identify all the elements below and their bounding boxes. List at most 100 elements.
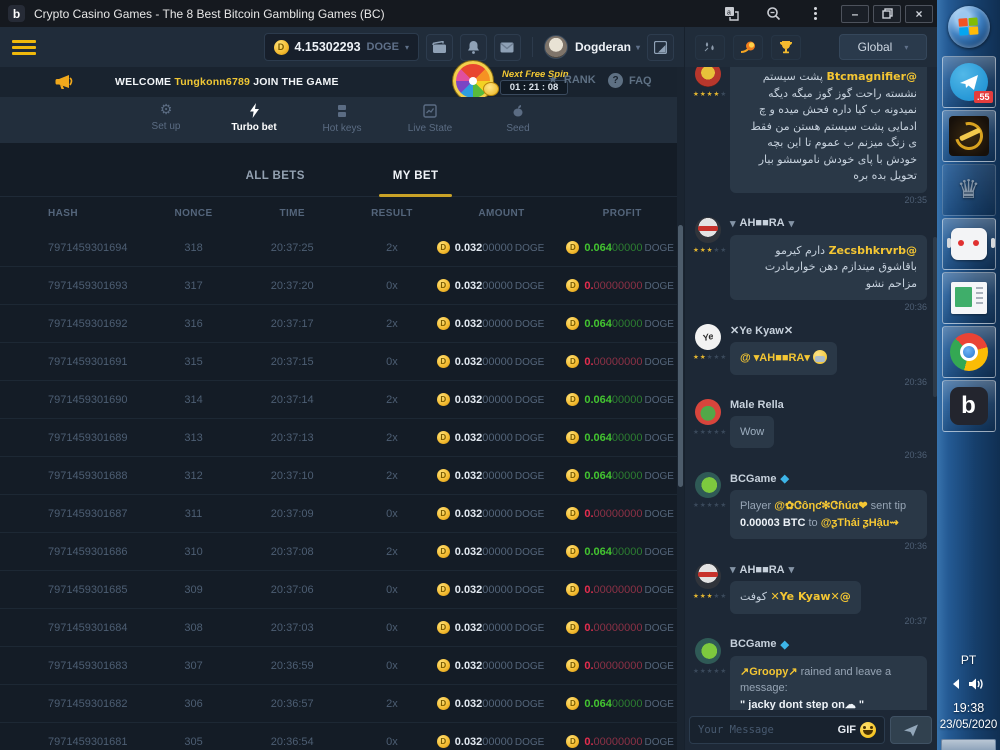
- table-row[interactable]: 7971459301686 310 20:37:08 2x D0.0320000…: [0, 533, 678, 571]
- fireball-button[interactable]: [733, 35, 763, 60]
- messages-mail-button[interactable]: [494, 34, 521, 61]
- windows-taskbar: .55 ♛ b PT 19:38 23/05/2020: [937, 0, 1000, 750]
- rain-sender[interactable]: ↗Groopy↗: [740, 666, 798, 678]
- minimize-button[interactable]: –: [841, 5, 869, 23]
- show-desktop-button[interactable]: [941, 739, 996, 750]
- table-row[interactable]: 7971459301684 308 20:37:03 0x D0.0320000…: [0, 609, 678, 647]
- trophy-button[interactable]: [771, 35, 801, 60]
- table-row[interactable]: 7971459301687 311 20:37:09 0x D0.0320000…: [0, 495, 678, 533]
- clock-time[interactable]: 19:38: [937, 701, 1000, 715]
- taskbar-bcgame[interactable]: b: [942, 380, 996, 432]
- chat-panel: ★★★★★ @Btcmagnifier پشت سیستم نشسته راحت…: [684, 67, 937, 710]
- avatar[interactable]: [695, 638, 721, 664]
- table-row[interactable]: 7971459301682 306 20:36:57 2x D0.0320000…: [0, 685, 678, 723]
- timestamp: 20:36: [730, 377, 927, 387]
- mention[interactable]: @ᶚThái ᶚHậu⇝: [821, 517, 899, 529]
- scrollbar-thumb[interactable]: [678, 225, 683, 487]
- notifications-bell-button[interactable]: [460, 34, 487, 61]
- balance-selector[interactable]: D 4.15302293 DOGE ▾: [264, 33, 419, 61]
- emoji-picker-button[interactable]: [860, 722, 876, 738]
- mention[interactable]: @ ▾AH■■RA▾: [740, 352, 810, 364]
- zoom-search-icon[interactable]: [765, 6, 781, 22]
- table-row[interactable]: 7971459301690 314 20:37:14 2x D0.0320000…: [0, 381, 678, 419]
- translate-icon[interactable]: a: [723, 6, 739, 22]
- tab-seed[interactable]: Seed: [487, 97, 549, 143]
- taskbar-news-app[interactable]: [942, 272, 996, 324]
- avatar[interactable]: [695, 399, 721, 425]
- chat-region-dropdown[interactable]: Global ▾: [839, 34, 927, 60]
- table-row[interactable]: 7971459301692 316 20:37:17 2x D0.0320000…: [0, 305, 678, 343]
- user-avatar[interactable]: [544, 35, 568, 59]
- table-row[interactable]: 7971459301689 313 20:37:13 2x D0.0320000…: [0, 419, 678, 457]
- close-button[interactable]: ×: [905, 5, 933, 23]
- tab-live-state[interactable]: Live State: [399, 97, 461, 143]
- doge-coin-icon: D: [437, 735, 450, 748]
- tab-set-up[interactable]: ⚙ Set up: [135, 97, 197, 143]
- avatar[interactable]: [695, 217, 721, 243]
- bet-hash: 7971459301686: [0, 546, 150, 558]
- taskbar-robot-app[interactable]: [942, 218, 996, 270]
- table-row[interactable]: 7971459301681 305 20:36:54 0x D0.0320000…: [0, 723, 678, 750]
- gif-button[interactable]: GIF: [838, 724, 856, 736]
- bet-result: 0x: [347, 584, 437, 596]
- bet-profit: D0.00000000DOGE: [566, 659, 678, 672]
- tab-my-bet[interactable]: MY BET: [379, 162, 453, 196]
- bet-time: 20:36:54: [237, 736, 347, 748]
- table-row[interactable]: 7971459301683 307 20:36:59 0x D0.0320000…: [0, 647, 678, 685]
- rain-droplets-button[interactable]: [695, 35, 725, 60]
- taskbar-crown-app[interactable]: ♛: [942, 164, 996, 216]
- chat-username[interactable]: BCGame◆: [730, 472, 927, 485]
- bet-time: 20:37:17: [237, 318, 347, 330]
- chevron-down-icon: ▾: [636, 43, 640, 52]
- tab-turbo-bet[interactable]: Turbo bet: [223, 97, 285, 143]
- mention[interactable]: @Btcmagnifier: [826, 70, 917, 83]
- chat-username[interactable]: BCGame◆: [730, 638, 927, 651]
- avatar[interactable]: [695, 67, 721, 87]
- clock-date[interactable]: 23/05/2020: [937, 719, 1000, 731]
- message-input[interactable]: [698, 724, 834, 736]
- avatar[interactable]: [695, 472, 721, 498]
- chat-input-box[interactable]: GIF: [689, 716, 885, 744]
- hamburger-menu-icon[interactable]: [12, 37, 36, 58]
- user-menu[interactable]: Dogderan ▾: [575, 40, 640, 54]
- taskbar-telegram[interactable]: .55: [942, 56, 996, 108]
- hidden-icons-arrow[interactable]: [953, 679, 959, 689]
- table-row[interactable]: 7971459301693 317 20:37:20 0x D0.0320000…: [0, 267, 678, 305]
- chat-username[interactable]: ✕Ye Kyaw✕: [730, 324, 927, 337]
- start-button[interactable]: [948, 6, 990, 48]
- send-message-button[interactable]: [890, 716, 932, 744]
- bets-table-header: HASH NONCE TIME RESULT AMOUNT PROFIT: [0, 197, 678, 229]
- volume-icon[interactable]: [968, 677, 984, 691]
- chart-box-icon: [399, 104, 461, 122]
- taskbar-game[interactable]: [942, 110, 996, 162]
- tab-hot-keys[interactable]: Hot keys: [311, 97, 373, 143]
- tab-all-bets[interactable]: ALL BETS: [232, 162, 319, 196]
- faq-button[interactable]: ? FAQ: [608, 73, 652, 88]
- mention[interactable]: @✕Ye Kyaw✕: [770, 590, 850, 603]
- language-indicator[interactable]: PT: [937, 653, 1000, 667]
- mention[interactable]: @Zecsbhkrvrb: [829, 244, 917, 257]
- user-stars: ★★★★★: [693, 90, 723, 98]
- bet-time: 20:37:06: [237, 584, 347, 596]
- bet-profit: D0.06400000DOGE: [566, 431, 678, 444]
- taskbar-chrome[interactable]: [942, 326, 996, 378]
- chevron-down-icon: ▾: [904, 43, 908, 52]
- avatar[interactable]: Ye: [692, 321, 724, 353]
- mention[interactable]: @✿Ꮳôηƈ✻Ꮳɦúα❤: [774, 500, 867, 512]
- table-row[interactable]: 7971459301694 318 20:37:25 2x D0.0320000…: [0, 229, 678, 267]
- avatar[interactable]: [695, 563, 721, 589]
- menu-kebab-icon[interactable]: [807, 6, 823, 22]
- rank-button[interactable]: ★ RANK: [548, 73, 596, 86]
- restore-button[interactable]: [873, 5, 901, 23]
- chat-username[interactable]: ▾AH■■RA▾: [730, 563, 927, 576]
- doge-coin-icon: D: [566, 621, 579, 634]
- wallet-button[interactable]: [426, 34, 453, 61]
- main-scrollbar[interactable]: [677, 67, 684, 750]
- table-row[interactable]: 7971459301691 315 20:37:15 0x D0.0320000…: [0, 343, 678, 381]
- timestamp: 20:36: [730, 302, 927, 312]
- chat-username[interactable]: ▾AH■■RA▾: [730, 217, 927, 230]
- table-row[interactable]: 7971459301688 312 20:37:10 2x D0.0320000…: [0, 457, 678, 495]
- collapse-chat-button[interactable]: [647, 34, 674, 61]
- chat-username[interactable]: Male Rella: [730, 399, 927, 411]
- table-row[interactable]: 7971459301685 309 20:37:06 0x D0.0320000…: [0, 571, 678, 609]
